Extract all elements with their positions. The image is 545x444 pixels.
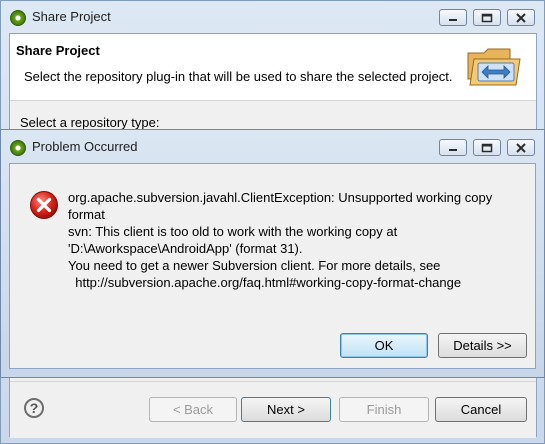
close-icon [516,12,526,23]
cancel-button[interactable]: Cancel [435,397,527,422]
eclipse-icon [10,10,26,26]
window-title: Share Project [32,9,111,24]
wizard-title: Share Project [16,43,100,58]
problem-dialog-titlebar[interactable]: Problem Occurred [1,130,544,164]
dialog-maximize-button[interactable] [473,139,501,156]
next-button[interactable]: Next > [241,397,331,422]
error-message: org.apache.subversion.javahl.ClientExcep… [68,189,518,291]
share-project-titlebar[interactable]: Share Project [1,1,544,33]
message-line: svn: This client is too old to work with… [68,224,398,239]
minimize-button[interactable] [439,9,467,26]
problem-occurred-dialog: Problem Occurred org.apache.subversion.j… [0,129,545,378]
dialog-close-button[interactable] [507,139,535,156]
share-project-icon [467,48,521,86]
message-line: http://subversion.apache.org/faq.html#wo… [68,275,462,290]
error-icon [30,191,58,219]
minimize-icon [449,148,457,151]
close-button[interactable] [507,9,535,26]
dialog-minimize-button[interactable] [439,139,467,156]
problem-dialog-content: org.apache.subversion.javahl.ClientExcep… [9,163,536,369]
message-line: You need to get a newer Subversion clien… [68,258,441,273]
wizard-header: Share Project Select the repository plug… [10,34,536,101]
help-icon[interactable]: ? [24,398,44,418]
maximize-button[interactable] [473,9,501,26]
eclipse-icon [10,140,26,156]
maximize-icon [481,143,493,152]
wizard-button-bar: ? < Back Next > Finish Cancel [10,381,536,438]
minimize-icon [449,18,457,21]
dialog-title: Problem Occurred [32,139,138,154]
ok-button[interactable]: OK [340,333,428,358]
message-line: 'D:\Aworkspace\AndroidApp' (format 31). [68,241,303,256]
close-icon [516,142,526,153]
repository-type-label: Select a repository type: [20,115,160,130]
message-line: format [68,207,105,222]
wizard-description: Select the repository plug-in that will … [24,69,453,84]
finish-button[interactable]: Finish [339,397,429,422]
maximize-icon [481,13,493,22]
back-button[interactable]: < Back [149,397,237,422]
message-line: org.apache.subversion.javahl.ClientExcep… [68,190,493,205]
details-button[interactable]: Details >> [438,333,527,358]
